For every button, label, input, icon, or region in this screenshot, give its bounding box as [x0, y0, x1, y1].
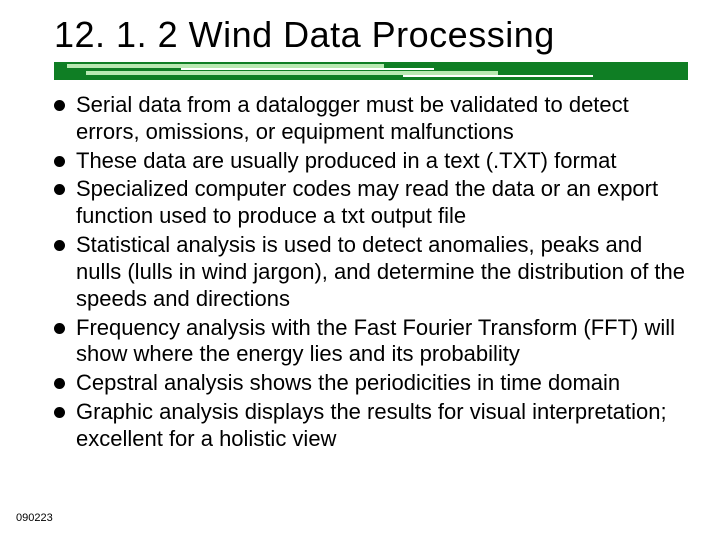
bullet-list: Serial data from a datalogger must be va…: [54, 92, 688, 453]
bullet-icon: [54, 156, 65, 167]
list-item: These data are usually produced in a tex…: [54, 148, 688, 175]
footer-code: 090223: [16, 512, 53, 524]
bullet-icon: [54, 240, 65, 251]
bullet-icon: [54, 100, 65, 111]
list-item: Frequency analysis with the Fast Fourier…: [54, 315, 688, 369]
list-item-text: Specialized computer codes may read the …: [76, 176, 658, 228]
list-item-text: Frequency analysis with the Fast Fourier…: [76, 315, 675, 367]
list-item-text: These data are usually produced in a tex…: [76, 148, 616, 173]
list-item: Statistical analysis is used to detect a…: [54, 232, 688, 312]
bullet-icon: [54, 407, 65, 418]
list-item-text: Cepstral analysis shows the periodicitie…: [76, 370, 620, 395]
bullet-icon: [54, 323, 65, 334]
list-item-text: Serial data from a datalogger must be va…: [76, 92, 629, 144]
bullet-icon: [54, 184, 65, 195]
list-item: Serial data from a datalogger must be va…: [54, 92, 688, 146]
list-item: Graphic analysis displays the results fo…: [54, 399, 688, 453]
slide-title: 12. 1. 2 Wind Data Processing: [54, 14, 688, 56]
bullet-icon: [54, 378, 65, 389]
list-item-text: Statistical analysis is used to detect a…: [76, 232, 685, 311]
list-item-text: Graphic analysis displays the results fo…: [76, 399, 667, 451]
title-rule: [54, 62, 688, 80]
list-item: Cepstral analysis shows the periodicitie…: [54, 370, 688, 397]
slide: 12. 1. 2 Wind Data Processing Serial dat…: [0, 0, 720, 540]
list-item: Specialized computer codes may read the …: [54, 176, 688, 230]
